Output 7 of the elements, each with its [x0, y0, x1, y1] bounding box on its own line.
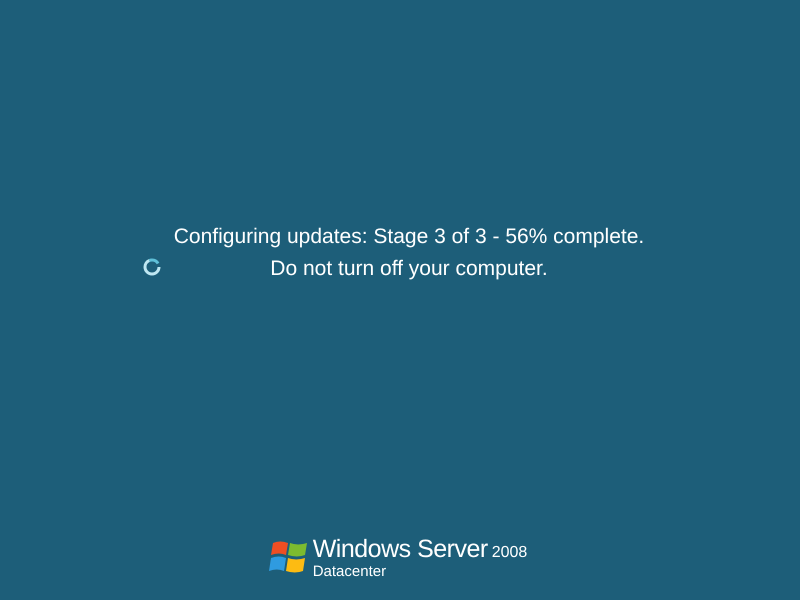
- loading-spinner-icon: [142, 257, 162, 277]
- product-edition: Datacenter: [312, 564, 388, 580]
- windows-flag-icon: [268, 540, 309, 574]
- product-name: Windows Server: [312, 534, 488, 564]
- status-message: Configuring updates: Stage 3 of 3 - 56% complete.: [174, 224, 644, 250]
- status-message: Do not turn off your computer.: [270, 256, 548, 282]
- product-version: 2008: [492, 544, 528, 562]
